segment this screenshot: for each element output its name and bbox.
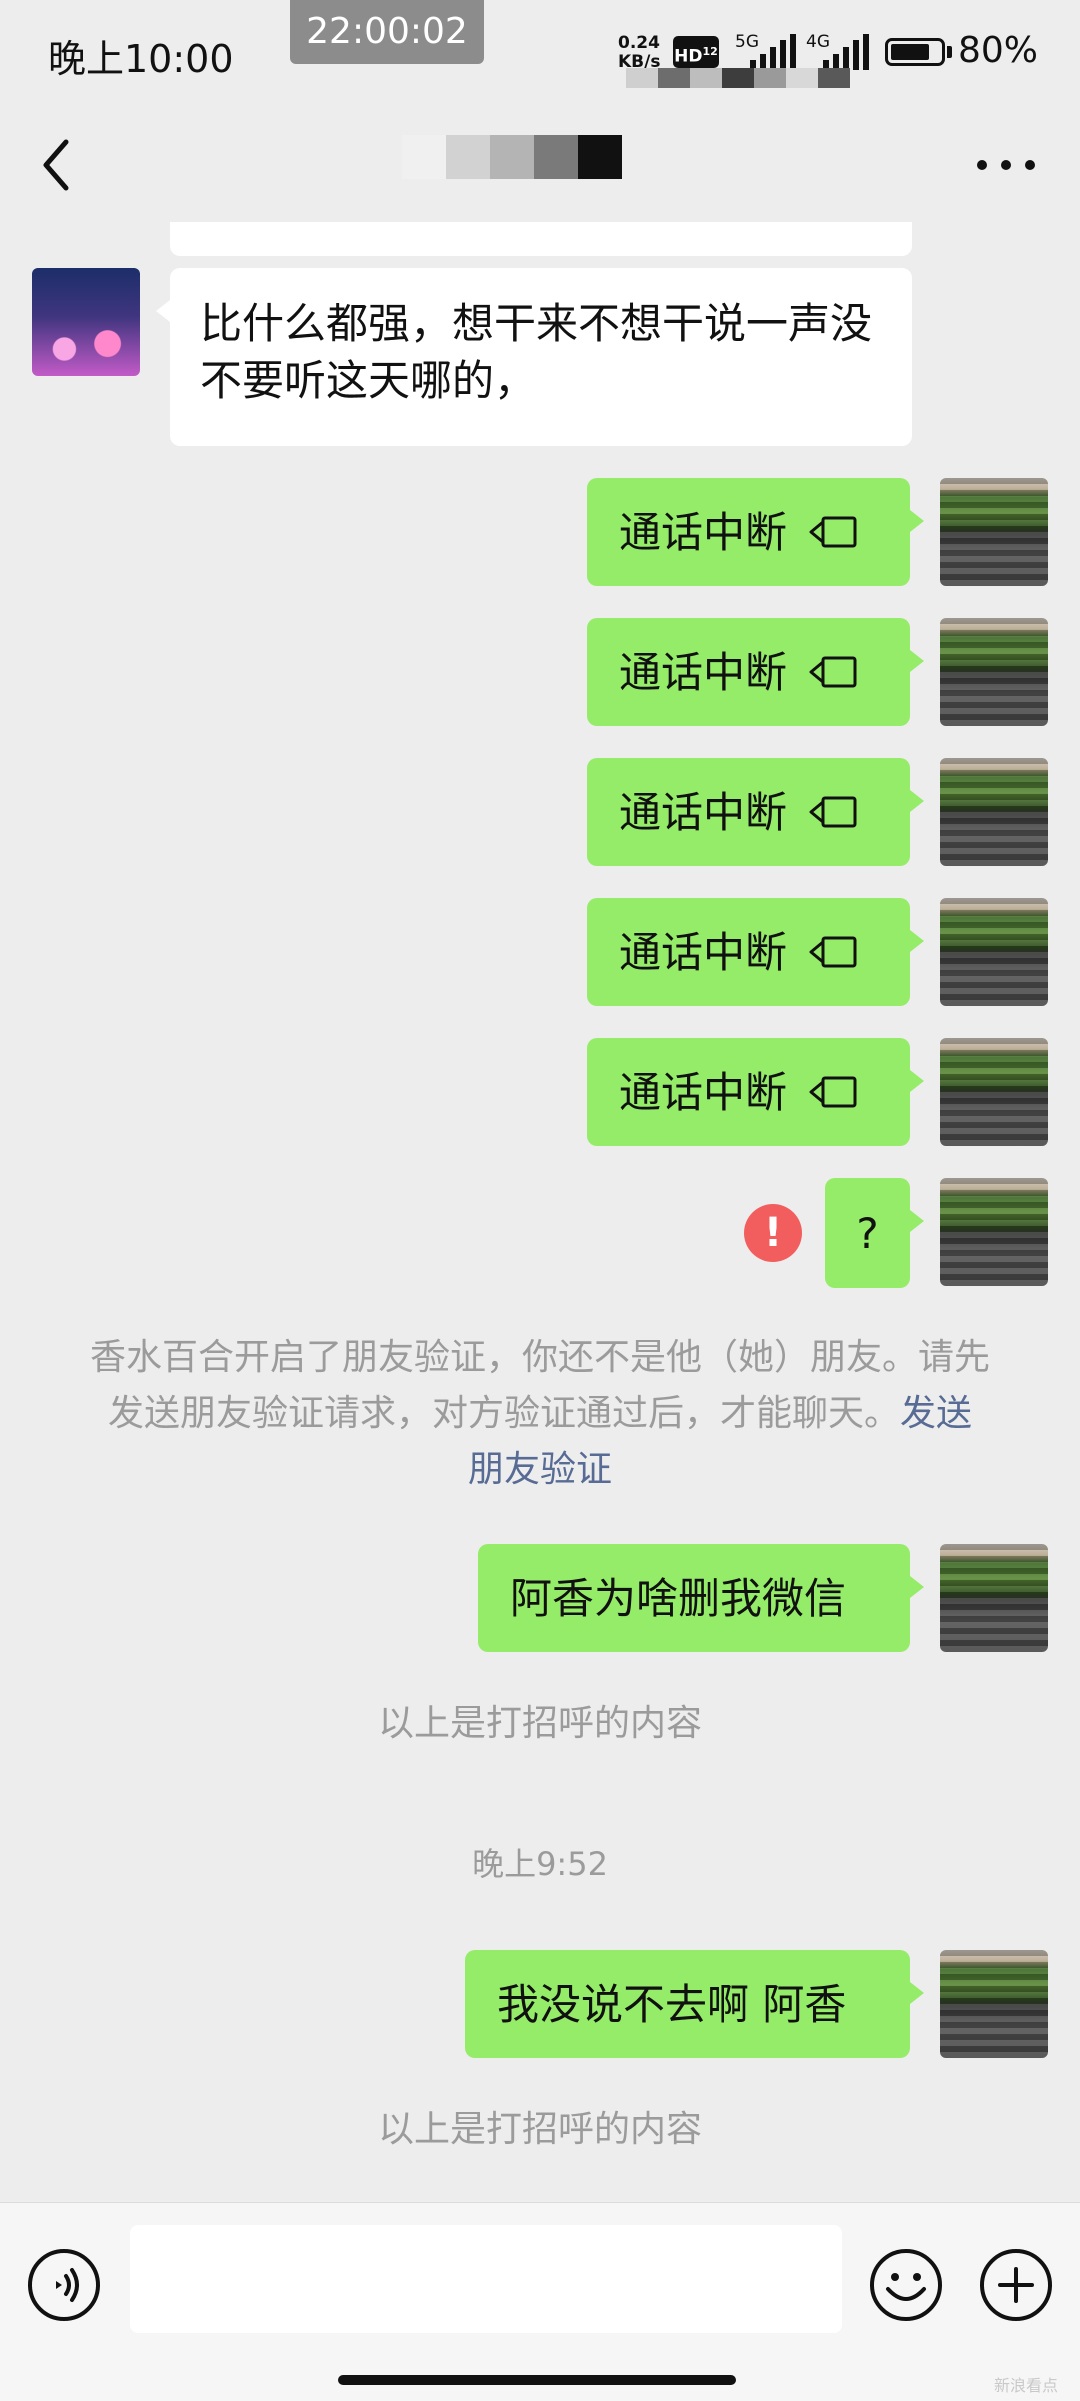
my-avatar[interactable] <box>940 1544 1048 1652</box>
bubble-tail <box>156 300 170 322</box>
message-bubble-incoming[interactable]: 比什么都强，想干来不想干说一声没不要听这天哪的， <box>170 268 912 446</box>
video-call-icon <box>809 1076 857 1108</box>
call-status-text: 通话中断 <box>619 507 788 557</box>
call-interrupted-bubble[interactable]: 通话中断 <box>587 898 910 1006</box>
network-speed: 0.24 KB/s <box>618 34 660 72</box>
battery-percent: 80% <box>958 30 1039 71</box>
message-text: 阿香为啥删我微信 <box>510 1573 847 1623</box>
time-divider: 晚上9:52 <box>472 1845 608 1883</box>
my-avatar[interactable] <box>940 898 1048 1006</box>
battery-fill <box>891 44 929 60</box>
signal-4g-icon <box>823 34 869 70</box>
video-call-icon <box>809 936 857 968</box>
my-avatar[interactable] <box>940 478 1048 586</box>
mosaic-block <box>446 135 490 179</box>
chat-header <box>0 110 1080 220</box>
network-speed-value: 0.24 <box>618 33 660 53</box>
hd-voice-icon: HD12 <box>673 36 719 68</box>
mosaic-block <box>402 135 446 179</box>
hd-label: HD <box>674 46 703 67</box>
emoji-icon[interactable] <box>868 2247 944 2323</box>
input-bar <box>0 2202 1080 2401</box>
message-bubble-outgoing[interactable]: ? <box>825 1178 910 1288</box>
contact-avatar[interactable] <box>32 268 140 376</box>
more-dots-icon[interactable] <box>966 140 1046 190</box>
message-bubble-outgoing[interactable]: 阿香为啥删我微信 <box>478 1544 910 1652</box>
status-time: 晚上10:00 <box>48 37 234 81</box>
bubble-tail <box>910 1576 924 1598</box>
video-call-icon <box>809 516 857 548</box>
video-call-icon <box>809 656 857 688</box>
bubble-tail <box>910 790 924 812</box>
my-avatar[interactable] <box>940 1038 1048 1146</box>
bubble-tail <box>910 1070 924 1092</box>
message-text: ? <box>856 1208 879 1258</box>
call-status-text: 通话中断 <box>619 927 788 977</box>
bubble-tail <box>910 1210 924 1232</box>
contact-name-redacted <box>402 135 622 179</box>
my-avatar[interactable] <box>940 1178 1048 1286</box>
my-avatar[interactable] <box>940 1950 1048 2058</box>
recording-timer: 22:00:02 <box>290 0 484 64</box>
back-button[interactable] <box>34 132 94 198</box>
call-status-text: 通话中断 <box>619 1067 788 1117</box>
message-bubble-partial <box>170 222 912 256</box>
friend-verification-notice: 香水百合开启了朋友验证，你还不是他（她）朋友。请先发送朋友验证请求，对方验证通过… <box>90 1330 990 1498</box>
my-avatar[interactable] <box>940 758 1048 866</box>
call-status-text: 通话中断 <box>619 787 788 837</box>
message-input[interactable] <box>130 2225 842 2333</box>
my-avatar[interactable] <box>940 618 1048 726</box>
status-bar: 晚上10:00 22:00:02 0.24 KB/s HD12 5G 4G 80… <box>0 0 1080 110</box>
message-bubble-outgoing[interactable]: 我没说不去啊 阿香 <box>465 1950 910 2058</box>
battery-tip <box>947 46 952 58</box>
send-failed-icon[interactable]: ! <box>744 1204 802 1262</box>
hd-sub: 12 <box>702 45 718 58</box>
call-status-text: 通话中断 <box>619 647 788 697</box>
bubble-tail <box>910 930 924 952</box>
error-mark: ! <box>763 1210 783 1256</box>
mosaic-block <box>490 135 534 179</box>
message-text: 我没说不去啊 阿香 <box>497 1979 847 2029</box>
call-interrupted-bubble[interactable]: 通话中断 <box>587 758 910 866</box>
mosaic-block <box>534 135 578 179</box>
call-interrupted-bubble[interactable]: 通话中断 <box>587 1038 910 1146</box>
bubble-tail <box>910 650 924 672</box>
voice-icon[interactable] <box>26 2247 102 2323</box>
video-call-icon <box>809 796 857 828</box>
call-interrupted-bubble[interactable]: 通话中断 <box>587 478 910 586</box>
greeting-note: 以上是打招呼的内容 <box>377 1703 702 1744</box>
mosaic-block <box>578 135 622 179</box>
home-indicator[interactable] <box>338 2375 736 2385</box>
pixelated-strip <box>626 68 850 88</box>
call-interrupted-bubble[interactable]: 通话中断 <box>587 618 910 726</box>
bubble-tail <box>910 510 924 532</box>
watermark: 新浪看点 <box>994 2376 1059 2395</box>
bubble-tail <box>910 1982 924 2004</box>
greeting-note: 以上是打招呼的内容 <box>377 2109 702 2150</box>
message-list[interactable]: 比什么都强，想干来不想干说一声没不要听这天哪的， 通话中断 通话中断 通话中断 … <box>0 222 1080 2202</box>
message-text: 比什么都强，想干来不想干说一声没不要听这天哪的， <box>200 299 873 405</box>
notice-text: 香水百合开启了朋友验证，你还不是他（她）朋友。请先发送朋友验证请求，对方验证通过… <box>90 1337 991 1434</box>
battery-icon <box>885 38 945 66</box>
signal-5g-icon <box>750 34 796 70</box>
plus-icon[interactable] <box>978 2247 1054 2323</box>
